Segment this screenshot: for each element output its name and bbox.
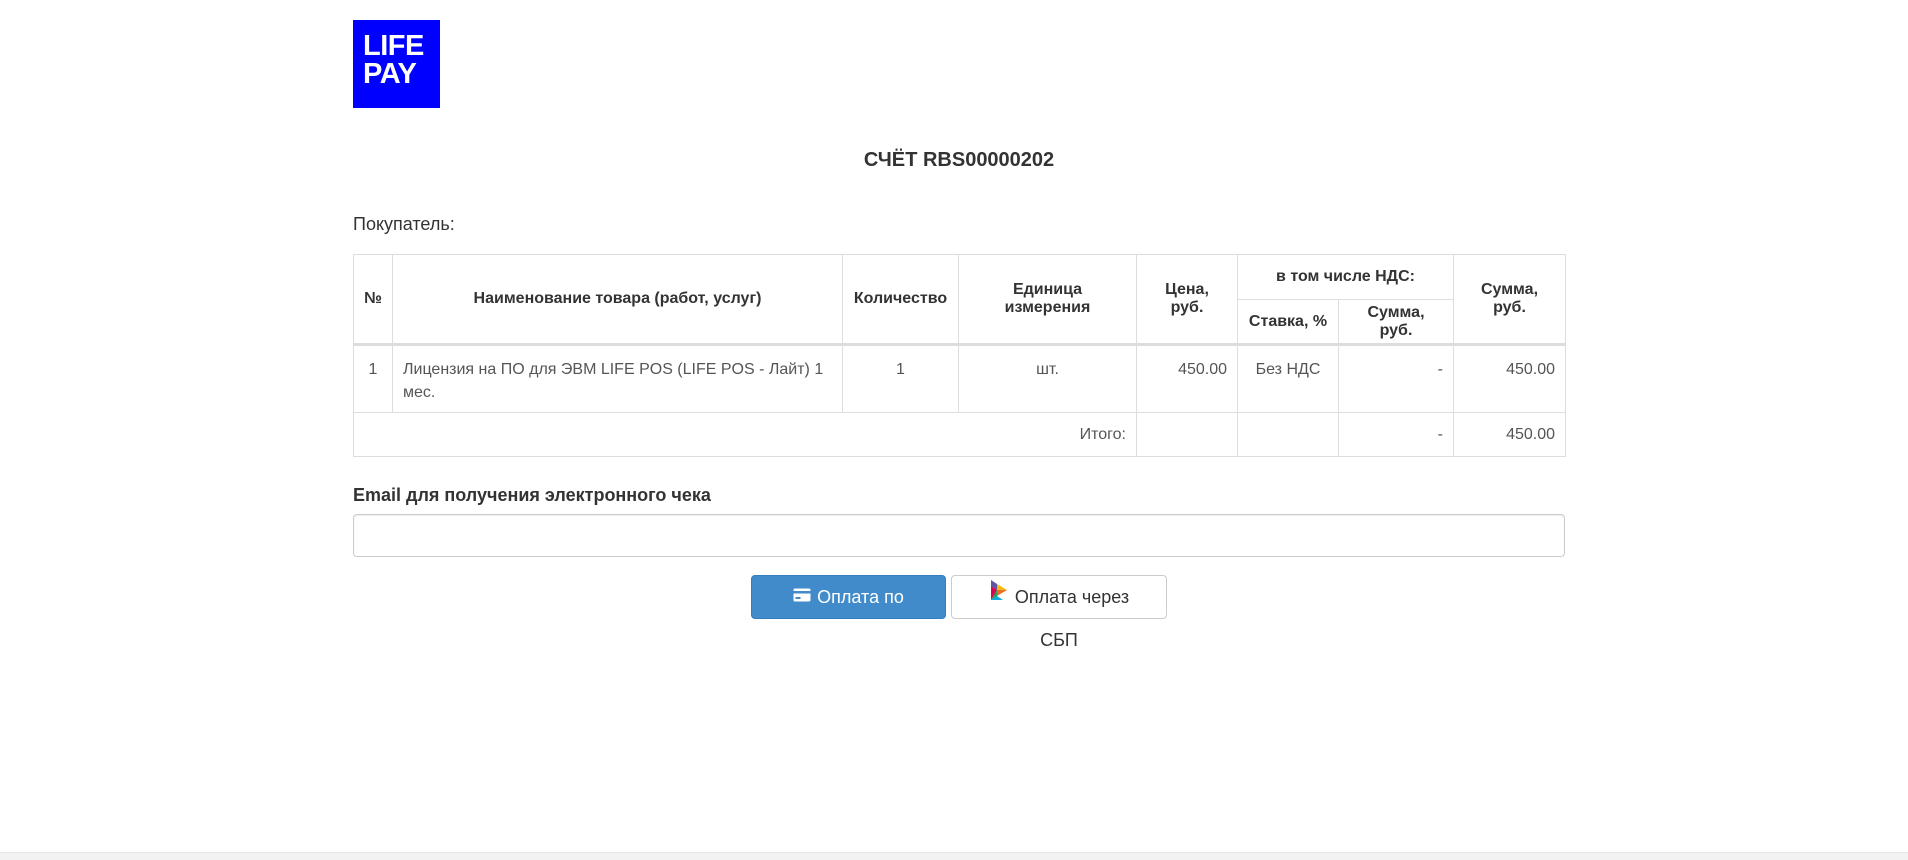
bottom-scrollbar-area — [0, 852, 1908, 860]
invoice-table: № Наименование товара (работ, услуг) Кол… — [353, 254, 1566, 457]
pay-via-sbp-button[interactable]: Оплата через СБП — [951, 575, 1167, 650]
pay-via-sbp-label: Оплата через СБП — [1014, 587, 1130, 651]
cell-number: 1 — [353, 344, 393, 413]
email-input[interactable] — [353, 514, 1565, 557]
cell-vat-sum: - — [1338, 344, 1454, 413]
header-sum: Сумма, руб. — [1453, 254, 1566, 346]
pay-by-card-button[interactable]: Оплата по карте — [751, 575, 946, 650]
cell-quantity: 1 — [842, 344, 959, 413]
logo-line-2: PAY — [363, 58, 417, 90]
sbp-logo-icon — [989, 575, 1009, 617]
cell-item-name: Лицензия на ПО для ЭВМ LIFE POS (LIFE PO… — [392, 344, 843, 413]
cell-sum: 450.00 — [1453, 344, 1566, 413]
buyer-label: Покупатель: — [353, 214, 455, 234]
header-quantity: Количество — [842, 254, 959, 346]
total-sum: 450.00 — [1453, 412, 1566, 457]
invoice-title: СЧЁТ RBS00000202 — [863, 149, 1055, 171]
header-price: Цена, руб. — [1136, 254, 1238, 346]
header-item-name: Наименование товара (работ, услуг) — [392, 254, 843, 346]
email-label: Email для получения электронного чека — [353, 485, 711, 505]
header-unit: Единица измерения — [958, 254, 1137, 346]
invoice-container: LIFE PAY СЧЁТ RBS00000202 Покупатель: № … — [353, 20, 1566, 650]
header-vat-sum: Сумма, руб. — [1338, 299, 1454, 346]
logo-line-1: LIFE — [363, 30, 424, 62]
total-vat-rate — [1237, 412, 1339, 457]
table-row: 1 Лицензия на ПО для ЭВМ LIFE POS (LIFE … — [353, 344, 1566, 413]
header-vat-rate: Ставка, % — [1237, 299, 1339, 346]
cell-unit: шт. — [958, 344, 1137, 413]
total-price — [1136, 412, 1238, 457]
pay-by-card-label: Оплата по карте — [817, 587, 904, 651]
lifepay-logo: LIFE PAY — [353, 20, 440, 108]
invoice-page: LIFE PAY СЧЁТ RBS00000202 Покупатель: № … — [0, 0, 1908, 860]
total-label: Итого: — [353, 412, 1137, 457]
total-vat-sum: - — [1338, 412, 1454, 457]
total-row: Итого: - 450.00 — [353, 412, 1566, 457]
payment-buttons: Оплата по карте Оплата через СБП — [353, 575, 1565, 650]
cell-price: 450.00 — [1136, 344, 1238, 413]
header-vat-group: в том числе НДС: — [1237, 254, 1454, 300]
header-number: № — [353, 254, 393, 346]
cell-vat-rate: Без НДС — [1237, 344, 1339, 413]
credit-card-icon — [793, 575, 811, 617]
